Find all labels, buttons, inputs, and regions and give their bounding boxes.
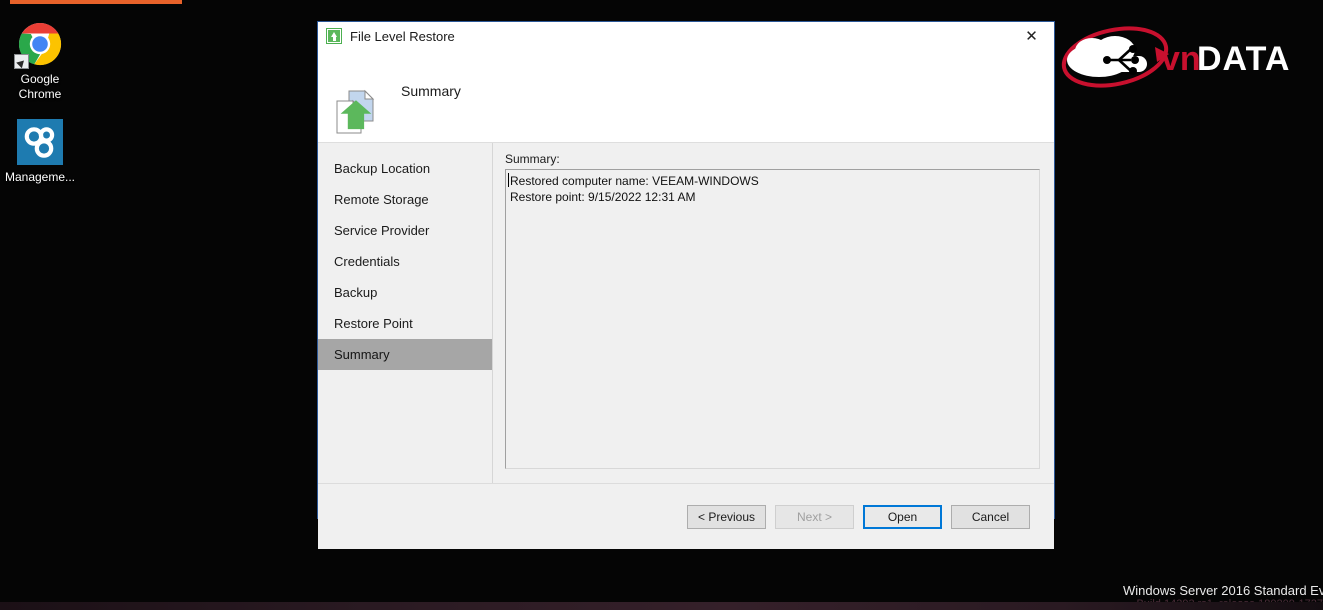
logo-text-data: DATA — [1197, 40, 1290, 78]
sidebar-item-summary[interactable]: Summary — [318, 339, 492, 370]
top-accent-bar — [10, 0, 182, 4]
sidebar-item-backup-location[interactable]: Backup Location — [318, 153, 492, 184]
next-button: Next > — [775, 504, 854, 529]
dialog-titlebar: File Level Restore ✕ — [318, 22, 1054, 50]
sidebar-item-restore-point[interactable]: Restore Point — [318, 308, 492, 339]
summary-line-restore-point: Restore point: 9/15/2022 12:31 AM — [510, 190, 696, 204]
text-caret — [508, 173, 509, 187]
windows-activation-watermark-line1: Windows Server 2016 Standard Ev — [1123, 583, 1323, 598]
dialog-body: Backup Location Remote Storage Service P… — [318, 143, 1054, 483]
dialog-header: Summary — [318, 50, 1054, 143]
file-level-restore-icon — [326, 28, 342, 44]
previous-button[interactable]: < Previous — [687, 504, 766, 529]
sidebar-item-remote-storage[interactable]: Remote Storage — [318, 184, 492, 215]
desktop-background: Google Chrome Manageme... vn DATA Window… — [0, 0, 1323, 610]
sidebar-item-credentials[interactable]: Credentials — [318, 246, 492, 277]
summary-label: Summary: — [505, 152, 560, 166]
dialog-footer: < Previous Next > Open Cancel — [318, 483, 1054, 549]
logo-text-vn: vn — [1161, 40, 1201, 78]
desktop-icon-google-chrome[interactable]: Google Chrome — [0, 20, 88, 102]
summary-textbox[interactable]: Restored computer name: VEEAM-WINDOWS Re… — [505, 169, 1040, 469]
dialog-step-title: Summary — [401, 83, 461, 99]
sidebar-item-service-provider[interactable]: Service Provider — [318, 215, 492, 246]
summary-line-computer-name: Restored computer name: VEEAM-WINDOWS — [510, 174, 759, 188]
dialog-title: File Level Restore — [350, 28, 455, 44]
sidebar-item-backup[interactable]: Backup — [318, 277, 492, 308]
taskbar-strip — [0, 602, 1323, 610]
cancel-button[interactable]: Cancel — [951, 504, 1030, 529]
file-level-restore-dialog: File Level Restore ✕ Summary Backup Loca… — [317, 21, 1055, 549]
wizard-step-list: Backup Location Remote Storage Service P… — [318, 143, 493, 483]
close-icon[interactable]: ✕ — [1009, 22, 1054, 50]
vndata-logo: vn DATA — [1057, 22, 1305, 92]
desktop-icon-label: Manageme... — [4, 170, 76, 184]
desktop-icon-management[interactable]: Manageme... — [0, 118, 88, 185]
desktop-icon-label: Google Chrome — [18, 72, 62, 101]
shortcut-arrow-icon — [14, 54, 29, 69]
document-restore-icon — [331, 87, 383, 139]
dialog-content-panel: Summary: Restored computer name: VEEAM-W… — [493, 143, 1054, 483]
management-icon — [16, 118, 64, 166]
chrome-icon — [14, 20, 64, 69]
open-button[interactable]: Open — [863, 504, 942, 529]
